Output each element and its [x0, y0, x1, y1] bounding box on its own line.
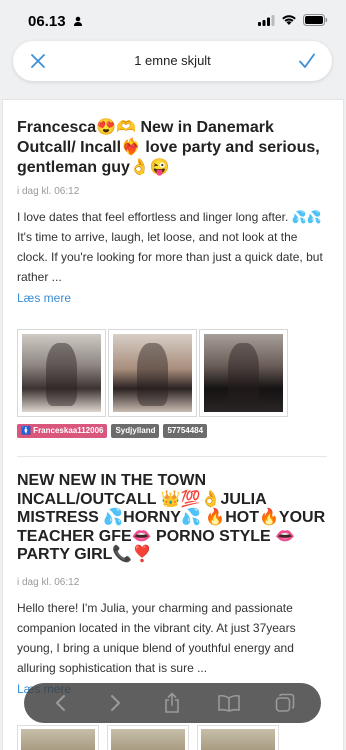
ad-photo[interactable] — [199, 329, 288, 417]
tabs-icon — [275, 693, 295, 712]
check-icon[interactable] — [297, 51, 317, 71]
ad-tags: 🚺 Franceskaa112006 Sydjylland 57754484 — [17, 424, 208, 438]
signal-icon — [258, 14, 275, 26]
status-time: 06.13 — [28, 13, 66, 30]
browser-toolbar — [24, 683, 321, 723]
divider — [17, 456, 327, 457]
wifi-icon — [282, 15, 296, 25]
chevron-right-icon — [111, 695, 121, 711]
back-button[interactable] — [48, 691, 72, 715]
hidden-items-bar: 1 emne skjult — [13, 41, 332, 81]
ad-photos — [17, 329, 288, 417]
ad-description: Hello there! I'm Julia, your charming an… — [17, 601, 296, 675]
phone-tag[interactable]: 57754484 — [163, 424, 208, 438]
status-bar: 06.13 — [0, 0, 346, 40]
ad-photo[interactable] — [108, 329, 197, 417]
battery-icon — [303, 14, 328, 26]
chevron-left-icon — [56, 695, 66, 711]
hidden-items-title: 1 emne skjult — [134, 53, 211, 68]
bookmarks-button[interactable] — [217, 691, 241, 715]
ad-title[interactable]: NEW NEW IN THE TOWN INCALL/OUTCALL 👑💯👌JU… — [17, 472, 333, 565]
forward-button[interactable] — [104, 691, 128, 715]
ad-photo[interactable] — [17, 725, 99, 750]
ad-photo[interactable] — [107, 725, 189, 750]
share-icon — [165, 692, 180, 713]
ad-time: i dag kl. 06:12 — [17, 186, 80, 197]
region-tag[interactable]: Sydjylland — [111, 424, 160, 438]
profile-tag[interactable]: 🚺 Franceskaa112006 — [17, 424, 108, 438]
ad-photo[interactable] — [197, 725, 279, 750]
ad-photos — [17, 725, 279, 750]
ad-photo[interactable] — [17, 329, 106, 417]
ad-title[interactable]: Francesca😍🫶 New in Danemark Outcall/ Inc… — [17, 118, 333, 178]
tabs-button[interactable] — [273, 691, 297, 715]
person-icon — [74, 16, 82, 26]
read-more-link[interactable]: Læs mere — [17, 291, 71, 305]
ad-description: I love dates that feel effortless and li… — [17, 210, 323, 284]
book-icon — [217, 694, 240, 712]
share-button[interactable] — [160, 691, 184, 715]
ad-time: i dag kl. 06:12 — [17, 577, 80, 588]
